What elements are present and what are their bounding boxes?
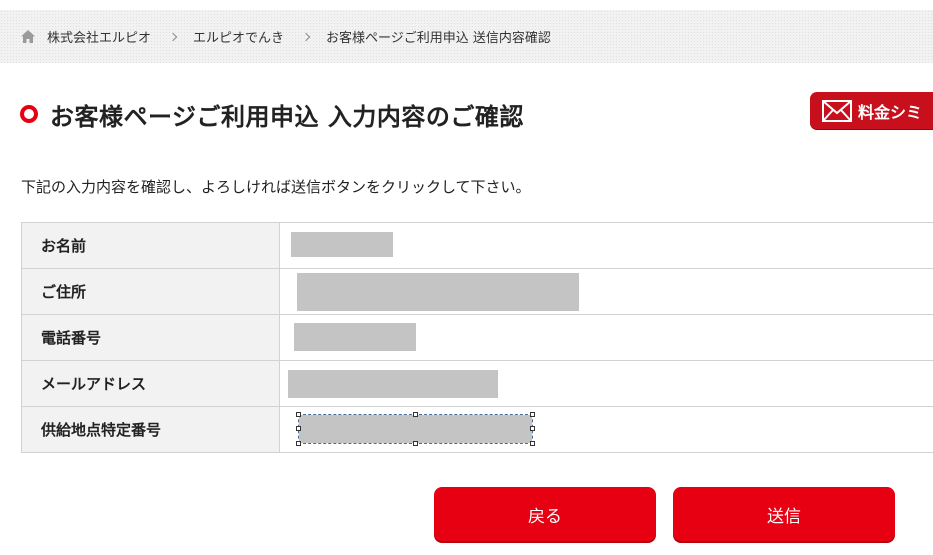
redacted-value-selected[interactable]	[296, 412, 535, 446]
phone-label: 電話番号	[21, 314, 280, 361]
email-value	[279, 360, 933, 407]
resize-handle[interactable]	[296, 412, 301, 417]
mail-icon	[822, 99, 852, 122]
title-row: お客様ページご利用申込 入力内容のご確認	[20, 96, 524, 132]
page: 株式会社エルピオ エルピオでんき お客様ページご利用申込 送信内容確認 お客様ペ…	[0, 0, 933, 555]
resize-handle[interactable]	[413, 412, 418, 417]
email-label: メールアドレス	[21, 360, 280, 407]
confirmation-table: お名前 ご住所 電話番号 メールアドレス 供給地点特定番号	[21, 222, 933, 453]
instruction-text: 下記の入力内容を確認し、よろしければ送信ボタンをクリックして下さい。	[21, 178, 531, 196]
breadcrumb-item-denki[interactable]: エルピオでんき	[193, 27, 284, 46]
resize-handle[interactable]	[530, 412, 535, 417]
chevron-right-icon	[301, 32, 311, 41]
breadcrumb: 株式会社エルピオ エルピオでんき お客様ページご利用申込 送信内容確認	[0, 10, 933, 63]
address-label: ご住所	[21, 268, 280, 315]
table-row-address: ご住所	[21, 268, 933, 315]
table-row-email: メールアドレス	[21, 360, 933, 407]
redacted-value	[297, 273, 579, 311]
submit-button[interactable]: 送信	[673, 487, 895, 541]
supply-point-label: 供給地点特定番号	[21, 406, 280, 453]
table-row-name: お名前	[21, 222, 933, 269]
resize-handle[interactable]	[530, 441, 535, 446]
chevron-right-icon	[168, 32, 178, 41]
redacted-value	[294, 323, 416, 351]
circle-marker-icon	[20, 105, 38, 123]
redacted-value	[288, 370, 498, 398]
resize-handle[interactable]	[530, 426, 535, 431]
home-icon[interactable]	[21, 30, 35, 43]
table-row-supply-point: 供給地点特定番号	[21, 406, 933, 453]
address-value	[279, 268, 933, 315]
resize-handle[interactable]	[296, 426, 301, 431]
resize-handle[interactable]	[296, 441, 301, 446]
redacted-value	[291, 232, 393, 257]
breadcrumb-item-company[interactable]: 株式会社エルピオ	[47, 27, 151, 46]
table-row-phone: 電話番号	[21, 314, 933, 361]
back-button[interactable]: 戻る	[434, 487, 656, 541]
price-simulation-label: 料金シミ	[858, 102, 923, 122]
name-value	[279, 222, 933, 269]
price-simulation-button[interactable]: 料金シミ	[810, 92, 933, 129]
name-label: お名前	[21, 222, 280, 269]
phone-value	[279, 314, 933, 361]
supply-point-value	[279, 406, 933, 453]
breadcrumb-item-current: お客様ページご利用申込 送信内容確認	[326, 31, 551, 46]
resize-handle[interactable]	[413, 441, 418, 446]
page-title: お客様ページご利用申込 入力内容のご確認	[50, 102, 524, 131]
